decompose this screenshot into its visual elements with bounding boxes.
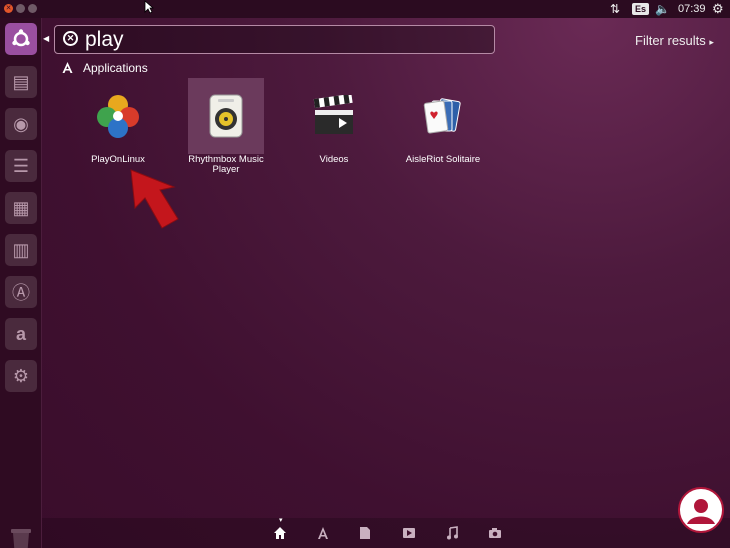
annotation-arrow-icon — [130, 169, 179, 229]
launcher-active-indicator-icon: ◀ — [43, 34, 50, 43]
close-icon[interactable]: ✕ — [4, 4, 13, 13]
network-icon[interactable]: ⇅ — [610, 0, 620, 18]
software-center-icon[interactable]: Ⓐ — [5, 276, 37, 308]
video-lens-icon[interactable] — [402, 526, 416, 542]
rhythmbox-icon — [188, 78, 264, 154]
app-label: PlayOnLinux — [91, 154, 145, 165]
filter-results-button[interactable]: Filter results ▸ — [635, 33, 714, 48]
files-lens-icon[interactable] — [359, 526, 371, 543]
applications-lens-icon[interactable] — [316, 526, 330, 543]
system-settings-icon[interactable]: ⚙ — [5, 360, 37, 392]
filter-results-label: Filter results — [635, 33, 706, 48]
photos-lens-icon[interactable] — [488, 526, 502, 542]
impress-icon[interactable]: ▥ — [5, 234, 37, 266]
music-lens-icon[interactable] — [446, 526, 458, 543]
writer-icon[interactable]: ☰ — [5, 150, 37, 182]
ubuntu-dash-icon[interactable] — [5, 23, 37, 55]
top-panel: ✕ ⇅ Es 🔈 07:39 ⚙ — [0, 0, 730, 18]
chevron-right-icon: ▸ — [709, 37, 714, 47]
keyboard-layout-indicator[interactable]: Es — [632, 0, 650, 18]
app-videos[interactable]: Videos — [296, 78, 372, 165]
firefox-icon[interactable]: ◉ — [5, 108, 37, 140]
app-playonlinux[interactable]: PlayOnLinux — [80, 78, 156, 165]
keyboard-layout-label: Es — [632, 3, 650, 15]
playonlinux-icon — [80, 78, 156, 154]
lens-bar — [42, 518, 730, 548]
files-icon[interactable]: ▤ — [5, 66, 37, 98]
clear-search-icon[interactable]: ✕ — [63, 31, 78, 46]
settings-gear-icon[interactable]: ⚙ — [712, 0, 724, 18]
mouse-cursor-icon — [144, 0, 154, 14]
calc-icon[interactable]: ▦ — [5, 192, 37, 224]
app-rhythmbox[interactable]: Rhythmbox Music Player — [188, 78, 264, 175]
clock[interactable]: 07:39 — [678, 0, 706, 18]
solitaire-icon — [405, 78, 481, 154]
applications-section-icon — [61, 61, 74, 77]
app-label: Videos — [319, 154, 349, 165]
minimize-icon[interactable] — [16, 4, 25, 13]
app-label-line2: Player — [212, 164, 240, 175]
search-query: play — [85, 28, 124, 51]
launcher: ▤ ◉ ☰ ▦ ▥ Ⓐ a ⚙ — [0, 18, 42, 548]
home-lens-icon[interactable] — [273, 526, 287, 543]
section-title: Applications — [83, 61, 148, 75]
app-label: AisleRiot Solitaire — [405, 154, 481, 165]
app-aisleriot-solitaire[interactable]: AisleRiot Solitaire — [405, 78, 481, 165]
amazon-icon[interactable]: a — [5, 318, 37, 350]
active-lens-indicator-icon: ▾ — [279, 517, 283, 524]
maximize-icon[interactable] — [28, 4, 37, 13]
trash-icon[interactable] — [5, 523, 37, 548]
search-input[interactable]: ✕ play — [54, 25, 495, 54]
videos-icon — [296, 78, 372, 154]
volume-icon[interactable]: 🔈 — [655, 0, 670, 18]
watermark-logo-icon — [678, 487, 724, 533]
app-label: Rhythmbox Music Player — [188, 155, 264, 175]
